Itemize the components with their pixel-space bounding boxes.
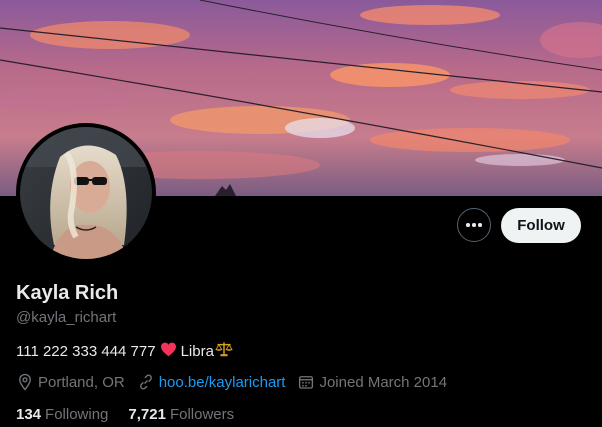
followers-label: Followers [169, 406, 235, 423]
following-link[interactable]: 134 Following [16, 406, 108, 423]
more-options-button[interactable] [457, 208, 491, 242]
profile-website[interactable]: hoo.be/kaylarichart [137, 373, 286, 391]
following-label: Following [45, 406, 109, 423]
website-link[interactable]: hoo.be/kaylarichart [159, 374, 286, 391]
profile-display-name: Kayla Rich [16, 282, 119, 304]
profile-handle: @kayla_richart [16, 309, 117, 326]
followers-count: 7,721 [128, 406, 166, 423]
profile-page: Follow Kayla Rich @kayla_richart 111 222… [0, 0, 602, 427]
link-icon [139, 374, 152, 390]
follow-stats: 134 Following 7,721 Followers [16, 406, 254, 423]
follow-button[interactable]: Follow [501, 208, 581, 243]
following-count: 134 [16, 406, 42, 423]
joined-text: Joined March 2014 [319, 373, 448, 391]
profile-meta-row: Portland, OR hoo.be/kaylarichart Joined … [16, 373, 459, 391]
profile-avatar[interactable] [16, 123, 156, 263]
followers-link[interactable]: 7,721 Followers [128, 406, 234, 423]
more-horizontal-icon [466, 223, 482, 227]
libra-scales-emoji [215, 341, 233, 361]
profile-location: Portland, OR [16, 373, 125, 391]
heart-emoji [160, 342, 177, 361]
profile-joined: Joined March 2014 [297, 373, 447, 391]
profile-bio: 111 222 333 444 777 Libra [16, 341, 233, 361]
bio-sign-text: Libra [180, 342, 214, 360]
bio-text: 111 222 333 444 777 [16, 342, 156, 360]
location-pin-icon [19, 373, 31, 391]
calendar-icon [299, 376, 314, 389]
location-text: Portland, OR [38, 373, 125, 391]
